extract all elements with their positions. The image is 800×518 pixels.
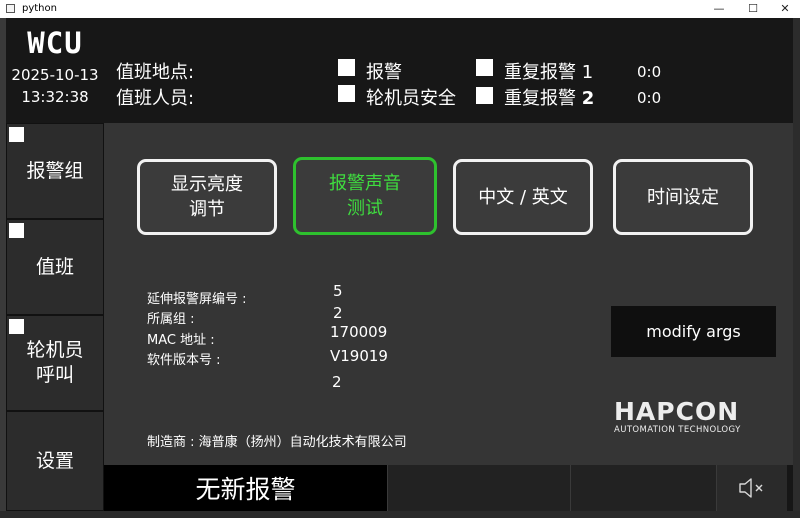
nav-indicator [9,319,24,334]
alarm-label: 报警 [366,62,402,83]
repeat-alarm-2-counter: 0:0 [637,89,662,107]
nav-item-label: 报警组 [26,159,84,182]
nav-item-duty[interactable]: 值班 [6,219,104,315]
window-edge-right [793,18,800,518]
window-title: python [22,3,57,14]
nav-item-label: 值班 [35,255,74,278]
mac-address-label: MAC 地址 : [147,333,215,348]
app-icon [6,4,15,13]
nav-item-alarm-group[interactable]: 报警组 [6,123,104,219]
repeat-alarm-2-checkbox[interactable] [476,87,493,104]
repeat-alarm-2-label: 重复报警 2 [504,88,595,109]
header: 值班地点: 值班人员: 报警 轮机员安全 重复报警 1 重复报警 2 0:0 0… [104,18,793,123]
repeat-alarm-1-checkbox[interactable] [476,59,493,76]
nav-item-engineer-call[interactable]: 轮机员 呼叫 [6,315,104,411]
nav-item-label: 轮机员 呼叫 [26,339,84,386]
mac-address-value: 170009 [330,323,388,341]
minimize-button[interactable]: — [704,0,734,18]
duty-person-label: 值班人员: [116,88,195,109]
app-logo: WCU [27,26,83,60]
nav-indicator [9,223,24,238]
modify-args-button[interactable]: modify args [611,306,776,357]
current-time: 13:32:38 [21,88,89,106]
time-setting-button[interactable]: 时间设定 [613,159,753,235]
close-button[interactable]: ✕ [770,0,800,18]
settings-panel: 显示亮度 调节 报警声音 测试 中文 / 英文 时间设定 延伸报警屏编号 : 5… [104,123,793,465]
engineer-safe-checkbox[interactable] [338,85,355,102]
maximize-button[interactable]: ☐ [738,0,768,18]
software-version-value: V19019 [330,347,388,365]
current-date: 2025-10-13 [11,66,99,84]
duty-location-label: 值班地点: [116,62,195,83]
group-label: 所属组 : [147,312,195,327]
group-value: 2 [333,304,343,322]
logo-clock-block: WCU 2025-10-13 13:32:38 [6,18,104,123]
brand-name: HAPCON [614,397,740,426]
brightness-button[interactable]: 显示亮度 调节 [137,159,277,235]
status-bar: 无新报警 [104,465,793,511]
repeat-alarm-1-label: 重复报警 1 [504,62,594,83]
sidebar-nav: 报警组 值班 轮机员 呼叫 设置 [6,123,104,511]
screen-number-value: 5 [333,282,343,300]
nav-indicator [9,127,24,142]
nav-item-label: 设置 [35,449,74,472]
window-edge-bottom [0,511,800,518]
language-toggle-button[interactable]: 中文 / 英文 [453,159,593,235]
repeat-alarm-1-counter: 0:0 [637,63,662,81]
status-slot [570,465,716,511]
brand-subtitle: AUTOMATION TECHNOLOGY [614,425,741,435]
repeat-alarm-1-number: 1 [581,62,594,83]
status-slot [387,465,570,511]
screen-number-label: 延伸报警屏编号 : [147,292,247,307]
speaker-muted-icon [739,478,763,498]
alarm-checkbox[interactable] [338,59,355,76]
manufacturer-text: 制造商 : 海普康（扬州）自动化技术有限公司 [147,435,407,450]
alarm-sound-test-button[interactable]: 报警声音 测试 [293,157,437,235]
window-titlebar: python — ☐ ✕ [0,0,800,19]
repeat-alarm-2-number: 2 [581,88,595,109]
alarm-status-display: 无新报警 [104,465,387,511]
hapcon-logo: HAPCON AUTOMATION TECHNOLOGY [614,397,744,436]
extra-value: 2 [332,373,342,391]
software-version-label: 软件版本号 : [147,353,221,368]
mute-button[interactable] [716,465,787,511]
nav-item-settings[interactable]: 设置 [6,411,104,511]
engineer-safe-label: 轮机员安全 [366,88,456,109]
